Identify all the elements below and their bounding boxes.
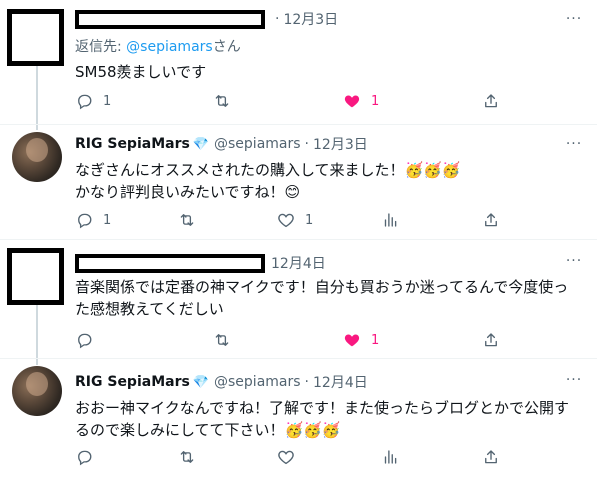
avatar[interactable] — [12, 132, 62, 182]
tweet-text: 音楽関係では定番の神マイクです！自分も買おうか迷ってるんで今度使っ た感想教えて… — [75, 276, 585, 320]
share-button[interactable] — [482, 447, 510, 467]
reply-button[interactable]: 1 — [75, 210, 111, 230]
avatar-redacted[interactable] — [7, 248, 64, 305]
author-handle[interactable]: @sepiamars — [214, 136, 301, 152]
reply-button[interactable]: 1 — [75, 91, 111, 111]
tweet-header: · 12月3日 — [75, 9, 338, 29]
tweet-text-line: おおー神マイクなんですね！了解です！また使ったらブログとかで公開す — [75, 399, 569, 417]
retweet-icon — [215, 95, 229, 107]
reply-icon — [78, 94, 92, 110]
reply-to-suffix: さん — [212, 39, 241, 55]
analytics-icon — [384, 450, 397, 464]
avatar-redacted[interactable] — [7, 9, 64, 66]
reply-button[interactable] — [75, 330, 103, 350]
like-button[interactable] — [277, 447, 305, 467]
separator-dot: · — [304, 136, 309, 152]
retweet-icon — [180, 214, 194, 226]
tweet-3[interactable]: 12月4日 ··· 音楽関係では定番の神マイクです！自分も買おうか迷ってるんで今… — [0, 240, 597, 365]
share-button[interactable] — [482, 210, 510, 230]
reply-to-label: 返信先: — [75, 39, 127, 55]
reply-button[interactable] — [75, 447, 103, 467]
tweet-actions — [75, 447, 505, 467]
verified-diamond-icon: 💎 — [192, 374, 210, 390]
tweet-text: おおー神マイクなんですね！了解です！また使ったらブログとかで公開す るので楽しみ… — [75, 397, 585, 441]
reply-count: 1 — [103, 212, 112, 228]
like-button[interactable]: 1 — [343, 91, 379, 111]
reply-count: 1 — [103, 93, 112, 109]
tweet-header: RIG SepiaMars 💎 @sepiamars · 12月4日 — [75, 372, 368, 392]
tweet-4[interactable]: RIG SepiaMars 💎 @sepiamars · 12月4日 ··· お… — [0, 359, 597, 489]
tweet-date[interactable]: 12月3日 — [313, 134, 368, 154]
retweet-button[interactable] — [178, 210, 206, 230]
tweet-date[interactable]: 12月4日 — [271, 253, 326, 273]
reply-icon — [78, 450, 92, 466]
separator-dot: · — [304, 374, 309, 390]
like-button[interactable]: 1 — [277, 210, 313, 230]
tweet-text: なぎさんにオススメされたの購入して来ました！🥳🥳🥳 かなり評判良いみたいですね！… — [75, 159, 585, 203]
reply-icon — [78, 333, 92, 349]
analytics-icon — [384, 213, 397, 227]
thread-line — [36, 305, 38, 365]
share-button[interactable] — [482, 330, 510, 350]
like-icon — [344, 334, 360, 347]
tweet-header: RIG SepiaMars 💎 @sepiamars · 12月3日 — [75, 134, 368, 154]
share-icon — [485, 333, 497, 347]
more-icon[interactable]: ··· — [565, 12, 583, 30]
tweet-text: SM58羨ましいです — [75, 61, 585, 83]
like-icon — [278, 213, 294, 228]
tweet-1[interactable]: · 12月3日 ··· 返信先: @sepiamarsさん SM58羨ましいです… — [0, 0, 597, 130]
retweet-icon — [180, 451, 194, 463]
tweet-header: 12月4日 — [75, 253, 326, 273]
more-icon[interactable]: ··· — [565, 254, 583, 272]
retweet-icon — [215, 334, 229, 346]
tweet-text-line: 音楽関係では定番の神マイクです！自分も買おうか迷ってるんで今度使っ — [75, 278, 569, 296]
tweet-actions: 1 1 — [75, 210, 505, 230]
author-name[interactable]: RIG SepiaMars — [75, 374, 190, 390]
avatar[interactable] — [12, 366, 62, 416]
analytics-button[interactable] — [381, 210, 409, 230]
reply-to-mention[interactable]: @sepiamars — [126, 39, 213, 55]
analytics-button[interactable] — [381, 447, 409, 467]
more-icon[interactable]: ··· — [565, 373, 583, 391]
like-icon — [278, 450, 294, 465]
author-name-redacted[interactable] — [75, 253, 265, 273]
author-name-redacted[interactable] — [75, 9, 265, 29]
tweet-text-line: るので楽しみにしてて下さい！🥳🥳🥳 — [75, 421, 341, 439]
tweet-text-line: なぎさんにオススメされたの購入して来ました！🥳🥳🥳 — [75, 161, 461, 179]
more-icon[interactable]: ··· — [565, 137, 583, 155]
verified-diamond-icon: 💎 — [192, 136, 210, 152]
like-count: 1 — [305, 212, 314, 228]
author-handle[interactable]: @sepiamars — [214, 374, 301, 390]
tweet-text-line: かなり評判良いみたいですね！😊 — [75, 183, 301, 201]
tweet-text-line: た感想教えてくだしい — [75, 300, 224, 318]
author-name[interactable]: RIG SepiaMars — [75, 136, 190, 152]
retweet-button[interactable] — [178, 447, 206, 467]
share-icon — [485, 450, 497, 464]
retweet-button[interactable] — [213, 330, 241, 350]
tweet-text-line: SM58羨ましいです — [75, 63, 207, 81]
share-icon — [485, 213, 497, 227]
tweet-2[interactable]: RIG SepiaMars 💎 @sepiamars · 12月3日 ··· な… — [0, 125, 597, 239]
reply-to-line: 返信先: @sepiamarsさん — [75, 36, 241, 56]
tweet-date[interactable]: 12月3日 — [283, 9, 338, 29]
tweet-actions: 1 1 — [75, 91, 505, 111]
retweet-button[interactable] — [213, 91, 241, 111]
thread-line — [36, 66, 38, 130]
tweet-date[interactable]: 12月4日 — [313, 372, 368, 392]
like-count: 1 — [371, 93, 380, 109]
like-count: 1 — [371, 332, 380, 348]
tweet-actions: 1 — [75, 330, 505, 350]
share-button[interactable] — [482, 91, 510, 111]
like-icon — [344, 95, 360, 108]
reply-icon — [78, 213, 92, 229]
share-icon — [485, 94, 497, 108]
like-button[interactable]: 1 — [343, 330, 379, 350]
separator-dot: · — [275, 11, 280, 27]
